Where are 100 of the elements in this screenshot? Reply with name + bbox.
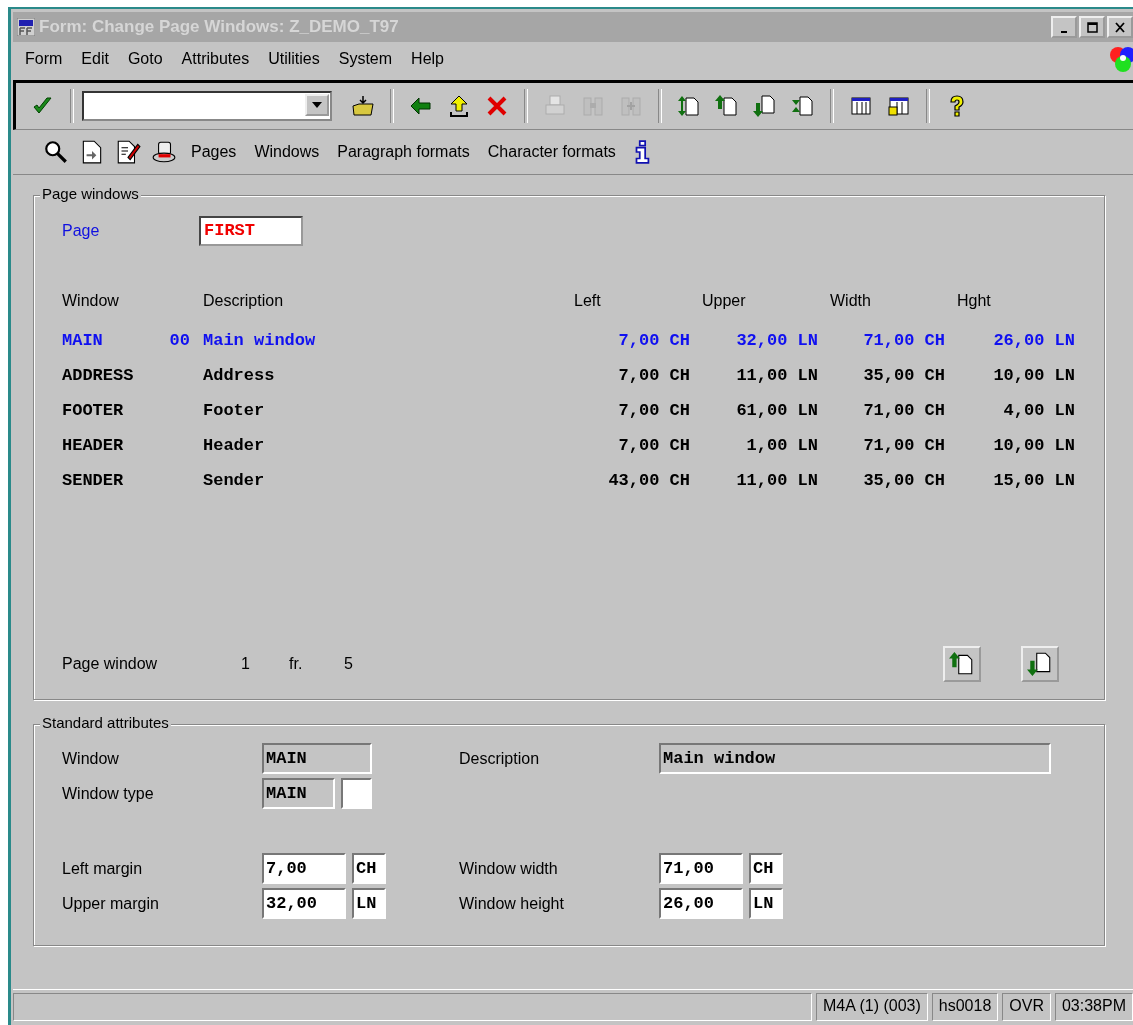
field-label: Window <box>62 749 120 768</box>
page-down-arrow-icon[interactable] <box>753 94 777 118</box>
page-up-arrow-icon[interactable] <box>715 94 739 118</box>
unit-field[interactable]: CH <box>749 853 783 884</box>
field-label: Window width <box>459 859 559 878</box>
minimize-icon <box>1061 30 1067 33</box>
table-cell[interactable]: Sender <box>192 463 574 498</box>
column-header: Window <box>62 291 120 311</box>
document-pencil-icon[interactable] <box>115 139 141 165</box>
position-label: Page window <box>62 655 159 673</box>
table-cell[interactable]: ADDRESS <box>62 358 162 393</box>
table-cell[interactable]: MAIN <box>62 323 162 358</box>
page-double-arrow-icon[interactable] <box>791 94 815 118</box>
input-field[interactable]: 71,00 <box>659 853 743 884</box>
close-icon <box>1113 20 1127 34</box>
app-icon <box>17 18 35 36</box>
table-cell[interactable]: 1,00 LN <box>690 428 818 463</box>
table-cell[interactable]: 10,00 LN <box>945 358 1075 393</box>
table-cell[interactable]: 35,00 CH <box>818 463 945 498</box>
table-cell[interactable]: 15,00 LN <box>945 463 1075 498</box>
menu-item[interactable]: System <box>338 50 393 68</box>
folder-icon[interactable] <box>351 94 375 118</box>
field-label: Description <box>459 749 541 768</box>
table-cell[interactable]: 10,00 LN <box>945 428 1075 463</box>
table-cell[interactable]: 7,00 CH <box>574 393 690 428</box>
close-button[interactable] <box>1107 16 1133 38</box>
toolbar-button[interactable]: Paragraph formats <box>333 143 474 161</box>
window-icon[interactable] <box>849 94 873 118</box>
menu-item[interactable]: Attributes <box>181 50 250 68</box>
table-cell[interactable]: 32,00 LN <box>690 323 818 358</box>
field-label: Window type <box>62 784 155 803</box>
table-cell[interactable]: 11,00 LN <box>690 463 818 498</box>
table-cell[interactable]: 11,00 LN <box>690 358 818 393</box>
table-cell[interactable]: SENDER <box>62 463 162 498</box>
table-cell[interactable]: 4,00 LN <box>945 393 1075 428</box>
input-field[interactable]: Main window <box>659 743 1051 774</box>
field-label: Left margin <box>62 859 144 878</box>
status-field: M4A (1) (003) <box>815 993 928 1021</box>
up-arrow-icon[interactable] <box>447 94 471 118</box>
table-cell[interactable]: 00 <box>162 323 192 358</box>
table-cell[interactable]: HEADER <box>62 428 162 463</box>
command-field[interactable] <box>82 91 332 121</box>
window-shortcut-icon[interactable] <box>887 94 911 118</box>
table-cell[interactable]: 7,00 CH <box>574 428 690 463</box>
menu-item[interactable]: Goto <box>127 50 163 68</box>
table-cell[interactable]: 7,00 CH <box>574 323 690 358</box>
previous-page-button[interactable] <box>943 646 981 682</box>
maximize-button[interactable] <box>1079 16 1105 38</box>
unit-field[interactable]: LN <box>352 888 386 919</box>
cancel-icon[interactable] <box>485 94 509 118</box>
toolbar-button[interactable]: Character formats <box>483 143 620 161</box>
table-cell[interactable]: Header <box>192 428 574 463</box>
menu-item[interactable]: Form <box>25 50 63 68</box>
input-field[interactable] <box>341 778 372 809</box>
table-cell[interactable]: 35,00 CH <box>818 358 945 393</box>
table-cell[interactable]: 7,00 CH <box>574 358 690 393</box>
table-cell[interactable]: Address <box>192 358 574 393</box>
stamp-icon[interactable] <box>151 139 177 165</box>
position-current: 1 <box>241 655 251 673</box>
position-total: 5 <box>344 655 353 673</box>
group-title: Page windows <box>40 185 141 202</box>
table-cell[interactable]: Main window <box>192 323 574 358</box>
column-header: Hght <box>956 291 992 311</box>
caret-icon <box>312 102 322 108</box>
search-icon[interactable] <box>43 139 69 165</box>
next-page-button[interactable] <box>1021 646 1059 682</box>
menu-item[interactable]: Utilities <box>268 50 320 68</box>
table-cell[interactable]: 71,00 CH <box>818 323 945 358</box>
input-field[interactable]: 7,00 <box>262 853 346 884</box>
column-header: Width <box>829 291 872 311</box>
table-cell[interactable]: 71,00 CH <box>818 428 945 463</box>
table-cell[interactable]: FOOTER <box>62 393 162 428</box>
page-double-arrow-icon[interactable] <box>677 94 701 118</box>
unit-field[interactable]: CH <box>352 853 386 884</box>
page-field[interactable]: FIRST <box>199 216 303 246</box>
field-label: Window height <box>459 894 565 913</box>
field-label: Page <box>62 222 101 240</box>
table-cell[interactable]: 71,00 CH <box>818 393 945 428</box>
menu-item[interactable]: Edit <box>81 50 109 68</box>
unit-field[interactable]: LN <box>749 888 783 919</box>
menu-item[interactable]: Help <box>411 50 444 68</box>
maximize-icon <box>1085 20 1099 34</box>
toolbar-button[interactable]: Windows <box>250 143 324 161</box>
input-field[interactable]: 32,00 <box>262 888 346 919</box>
position-separator: fr. <box>289 655 304 673</box>
input-field[interactable]: MAIN <box>262 778 335 809</box>
status-field: hs0018 <box>931 993 999 1021</box>
dropdown-button[interactable] <box>305 94 329 116</box>
status-field: 03:38PM <box>1054 993 1133 1021</box>
table-cell[interactable]: 26,00 LN <box>945 323 1075 358</box>
toolbar-button[interactable]: Pages <box>187 143 241 161</box>
table-cell[interactable]: 61,00 LN <box>690 393 818 428</box>
table-cell[interactable]: Footer <box>192 393 574 428</box>
column-header: Description <box>202 291 285 311</box>
input-field[interactable]: MAIN <box>262 743 372 774</box>
page-down-arrow-icon <box>1027 651 1053 677</box>
minimize-button[interactable] <box>1051 16 1077 38</box>
table-cell[interactable]: 43,00 CH <box>574 463 690 498</box>
input-field[interactable]: 26,00 <box>659 888 743 919</box>
status-field: OVR <box>1002 993 1051 1021</box>
